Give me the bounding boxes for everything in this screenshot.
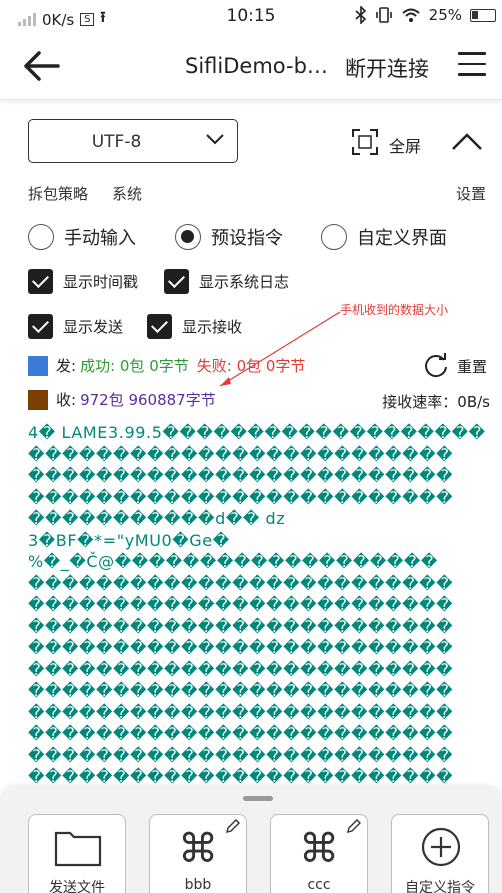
command-label: 发送文件 (49, 880, 105, 893)
packet-strategy-label: 拆包策略 (28, 185, 89, 203)
log-line: ������������������������� (28, 681, 454, 700)
radio-label: 自定义界面 (357, 228, 447, 249)
log-line: ������������������������� (28, 444, 454, 464)
packet-strategy-value[interactable]: 系统 (112, 183, 142, 204)
reset-label: 重置 (457, 357, 488, 376)
custom-command-button[interactable]: 自定义指令 (391, 814, 489, 893)
log-line: ������������������������� (28, 724, 454, 743)
log-line: ������������������������� (28, 659, 454, 679)
settings-button[interactable]: 设置 (456, 183, 486, 204)
log-line: ������������������������� (28, 745, 454, 765)
wifi-icon (401, 8, 420, 22)
log-line: 3�BF�*="yMU0�Ge� (28, 530, 230, 550)
checkbox-show-send[interactable]: 显示发送 (28, 314, 123, 339)
checkbox-checked-icon (28, 269, 53, 294)
log-line: ������������������������� (28, 702, 454, 722)
send-color-swatch (28, 355, 48, 376)
command-ccc-button[interactable]: ⌘ ccc (270, 814, 368, 893)
receive-stats: 收: 972包 960887字节 (28, 389, 216, 410)
log-line: ������������������������� (28, 573, 454, 593)
chevron-up-icon[interactable] (451, 131, 483, 151)
battery-percent: 25% (428, 6, 462, 24)
command-bbb-button[interactable]: ⌘ bbb (149, 814, 247, 893)
refresh-icon (425, 353, 447, 378)
receive-value: 972包 960887字节 (80, 391, 216, 409)
command-sheet: 发送文件 ⌘ bbb ⌘ ccc 自定义指令 (0, 786, 502, 893)
send-stats: 发: 成功: 0包 0字节 失败: 0包 0字节 (28, 355, 305, 376)
checkbox-show-system-log[interactable]: 显示系统日志 (164, 269, 289, 294)
checkbox-show-timestamp[interactable]: 显示时间戳 (28, 269, 138, 294)
device-title: SifliDemo-b… (185, 54, 328, 78)
command-label: ccc (307, 877, 331, 893)
disconnect-button[interactable]: 断开连接 (345, 53, 429, 83)
add-circle-icon (421, 827, 461, 867)
checkbox-label: 显示时间戳 (63, 273, 139, 291)
log-line: %�_�Č@������������������� (28, 552, 438, 571)
log-line: ������������������������� (28, 767, 454, 786)
log-line: ������������������������� (28, 466, 454, 485)
log-line: ������������������������� (28, 616, 454, 636)
bluetooth-icon (355, 6, 366, 24)
reset-button[interactable]: 重置 (423, 353, 487, 379)
radio-preset-command[interactable]: 预设指令 (175, 224, 283, 250)
received-data-log[interactable]: 4� LAME3.99.5������������������� ��������… (28, 422, 498, 794)
app-bar: SifliDemo-b… 断开连接 (0, 32, 502, 100)
send-file-button[interactable]: 发送文件 (28, 814, 126, 893)
radio-manual-input[interactable]: 手动输入 (28, 224, 136, 250)
radio-circle (321, 224, 347, 250)
encoding-value: UTF-8 (91, 132, 142, 152)
receive-color-swatch (28, 389, 48, 410)
fullscreen-label[interactable]: 全屏 (389, 133, 421, 157)
battery-icon (470, 8, 496, 22)
command-label: bbb (184, 877, 212, 893)
checkbox-checked-icon (28, 314, 53, 339)
log-line: ������������������������� (28, 487, 454, 507)
send-success: 成功: 0包 0字节 (80, 357, 189, 375)
checkbox-label: 显示系统日志 (199, 273, 290, 291)
send-fail: 失败: 0包 0字节 (196, 357, 306, 375)
edit-pencil-icon[interactable] (345, 817, 363, 835)
log-line: 4� LAME3.99.5������������������� (28, 423, 486, 442)
status-bar: 0K/s S ⭱ 10:15 25% (0, 0, 502, 32)
annotation-text: 手机收到的数据大小 (340, 303, 449, 317)
radio-label: 预设指令 (211, 228, 283, 249)
receive-rate: 接收速率：0B/s (382, 393, 490, 411)
receive-prefix: 收: (56, 391, 77, 409)
checkbox-label: 显示接收 (182, 318, 243, 336)
checkbox-checked-icon (147, 314, 172, 339)
radio-label: 手动输入 (64, 228, 136, 249)
log-line: �����������d�� dz (28, 509, 286, 528)
checkbox-checked-icon (164, 269, 189, 294)
radio-custom-interface[interactable]: 自定义界面 (321, 224, 447, 250)
edit-pencil-icon[interactable] (224, 817, 242, 835)
sheet-drag-handle[interactable] (243, 796, 273, 801)
checkbox-show-receive[interactable]: 显示接收 (147, 314, 242, 339)
radio-circle-selected (175, 224, 201, 250)
fullscreen-icon[interactable] (352, 129, 378, 155)
vibrate-icon (375, 7, 392, 23)
folder-icon (54, 831, 102, 867)
command-label: 自定义指令 (405, 880, 475, 893)
menu-icon[interactable] (458, 52, 486, 78)
radio-circle (28, 224, 54, 250)
send-prefix: 发: (56, 357, 77, 375)
log-line: ������������������������� (28, 638, 454, 657)
log-line: ������������������������� (28, 595, 454, 614)
checkbox-label: 显示发送 (63, 318, 124, 336)
back-arrow-icon[interactable] (22, 48, 62, 84)
encoding-select[interactable]: UTF-8 (28, 119, 238, 163)
chevron-down-icon (206, 134, 224, 145)
